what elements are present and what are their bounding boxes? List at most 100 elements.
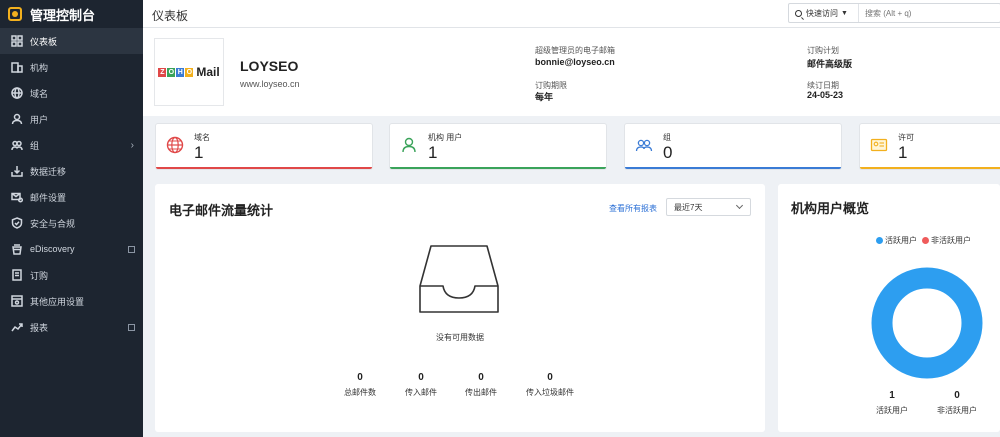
active-dot-icon [876, 237, 883, 245]
metric-value: 0 [357, 372, 363, 383]
chart-legend: 活跃用户 非活跃用户 [876, 235, 971, 246]
metric-label: 传入垃圾邮件 [526, 388, 574, 397]
chevron-down-icon [735, 201, 744, 210]
empty-inbox-icon [419, 245, 499, 313]
sidebar-item-label: 仪表板 [30, 36, 58, 47]
stat-card-licenses[interactable]: 许可 1 [859, 123, 1000, 170]
org-users-overview-card: 机构用户概览 活跃用户 非活跃用户 1 活跃用户 0 非活跃用户 [778, 184, 1000, 432]
caret-down-icon: ▼ [841, 9, 848, 17]
plan-label: 订购计划 [807, 46, 839, 55]
sidebar-item-label: 数据迁移 [30, 166, 67, 177]
sidebar-item-7[interactable]: 安全与合规 [0, 210, 143, 236]
count-label: 非活跃用户 [937, 406, 977, 415]
sidebar-item-8[interactable]: eDiscovery [0, 236, 143, 262]
admin-email-label: 超级管理员的电子邮箱 [535, 46, 615, 55]
sidebar: 管理控制台 仪表板 机构 域名 用户组 › 数据迁移 邮件设置 安全与合规 eDiscovery… [0, 0, 143, 437]
sidebar-item-label: 邮件设置 [30, 192, 67, 203]
no-data-text: 没有可用数据 [436, 333, 484, 342]
subscription-icon [11, 269, 23, 281]
organization-card: ZOHO Mail LOYSEO www.loyseo.cn 超级管理员的电子邮… [143, 28, 1000, 116]
active-users-count: 1 活跃用户 [862, 390, 922, 416]
stat-accent-line [625, 167, 841, 169]
sidebar-item-10[interactable]: 其他应用设置 [0, 288, 143, 314]
sidebar-item-1[interactable]: 机构 [0, 54, 143, 80]
quick-access-dropdown[interactable]: 快速访问 ▼ [789, 4, 859, 22]
sidebar-item-5[interactable]: 数据迁移 [0, 158, 143, 184]
search-input[interactable] [865, 8, 985, 18]
stat-value: 1 [428, 143, 438, 162]
license-icon [870, 138, 888, 152]
count-value: 1 [889, 390, 895, 401]
sidebar-item-label: 其他应用设置 [30, 296, 85, 307]
stat-value: 0 [663, 143, 673, 162]
app-header: 管理控制台 [0, 0, 143, 28]
renewal-date: 24-05-23 [807, 90, 844, 100]
stat-card-org-users[interactable]: 机构 用户 1 [389, 123, 607, 170]
metric-incoming-spam: 0 传入垃圾邮件 [520, 372, 580, 398]
external-link-icon [128, 323, 135, 331]
group-icon [635, 139, 653, 152]
email-traffic-title: 电子邮件流量统计 [169, 203, 274, 218]
sidebar-item-4[interactable]: 组 › [0, 132, 143, 158]
metric-label: 总邮件数 [344, 388, 376, 397]
sidebar-item-label: 域名 [30, 88, 49, 99]
zoho-mail-logo: ZOHO Mail [154, 38, 224, 106]
count-label: 活跃用户 [876, 406, 908, 415]
sidebar-item-2[interactable]: 域名 [0, 80, 143, 106]
legend-active[interactable]: 活跃用户 [876, 235, 917, 246]
legend-inactive[interactable]: 非活跃用户 [922, 235, 971, 246]
date-range-value: 最近7天 [674, 202, 703, 212]
group-icon [11, 139, 23, 151]
count-value: 0 [954, 390, 960, 401]
page-title: 仪表板 [152, 9, 189, 23]
stat-accent-line [860, 167, 1000, 169]
org-users-overview-title: 机构用户概览 [791, 201, 870, 216]
donut-slice-0[interactable] [871, 267, 983, 379]
users-donut-chart [871, 267, 983, 379]
sidebar-item-9[interactable]: 订购 [0, 262, 143, 288]
top-bar: 仪表板 快速访问 ▼ [143, 0, 1000, 28]
sidebar-item-6[interactable]: 邮件设置 [0, 184, 143, 210]
stat-label: 机构 用户 [428, 133, 463, 142]
logo-suffix: Mail [196, 65, 220, 79]
metric-label: 传入邮件 [405, 388, 437, 397]
stat-accent-line [156, 167, 372, 169]
sidebar-item-label: 组 [30, 140, 40, 151]
term-value: 每年 [535, 92, 554, 102]
sidebar-item-label: 用户 [30, 114, 49, 125]
globe-icon [11, 87, 23, 99]
metric-label: 传出邮件 [465, 388, 497, 397]
sidebar-item-label: 订购 [30, 270, 49, 281]
sidebar-item-label: 机构 [30, 62, 49, 73]
apps-settings-icon [11, 295, 23, 307]
app-title: 管理控制台 [30, 7, 96, 23]
stat-label: 域名 [194, 133, 210, 142]
stat-value: 1 [898, 143, 908, 162]
globe-icon [166, 136, 184, 154]
shield-icon [11, 217, 23, 229]
metric-value: 0 [547, 372, 553, 383]
sidebar-item-label: eDiscovery [30, 244, 75, 254]
ediscovery-icon [11, 243, 23, 255]
sidebar-item-11[interactable]: 报表 [0, 314, 143, 340]
stat-card-domains[interactable]: 域名 1 [155, 123, 373, 170]
quick-access-bar: 快速访问 ▼ [788, 3, 1000, 23]
migration-icon [11, 165, 23, 177]
organization-website: www.loyseo.cn [240, 79, 300, 89]
sidebar-item-0[interactable]: 仪表板 [0, 28, 143, 54]
metric-value: 0 [478, 372, 484, 383]
organization-name: LOYSEO [240, 58, 299, 74]
date-range-select[interactable]: 最近7天 [666, 198, 751, 216]
admin-console-logo-icon [8, 7, 22, 21]
chevron-right-icon: › [130, 139, 134, 151]
sidebar-item-3[interactable]: 用户 [0, 106, 143, 132]
inactive-users-count: 0 非活跃用户 [927, 390, 987, 416]
stat-value: 1 [194, 143, 204, 162]
view-all-reports-link[interactable]: 查看所有报表 [609, 203, 657, 214]
user-icon [402, 137, 416, 153]
stat-card-groups[interactable]: 组 0 [624, 123, 842, 170]
metric-outgoing: 0 传出邮件 [451, 372, 511, 398]
dashboard-icon [11, 35, 23, 47]
reports-icon [11, 321, 23, 333]
mail-settings-icon [11, 191, 23, 203]
